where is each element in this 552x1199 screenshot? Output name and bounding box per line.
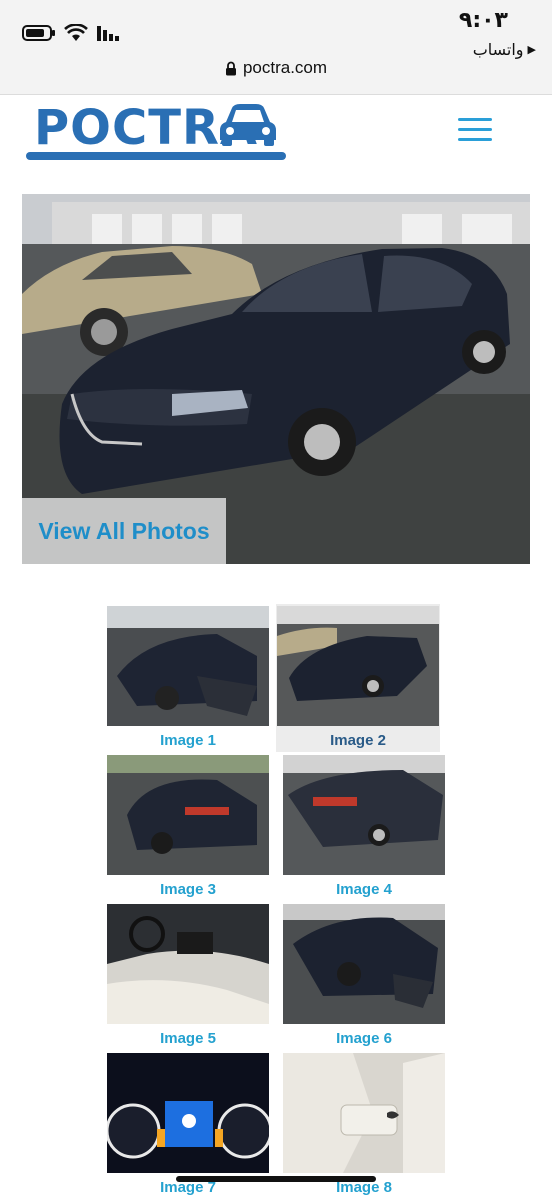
back-app-label: واتساب [472, 40, 524, 59]
browser-top-bar: ٩:٠٣ واتساب ▶ poctra.com [0, 0, 552, 95]
thumbnail-label: Image 1 [160, 732, 216, 749]
menu-bar [458, 118, 492, 121]
thumbnail-label: Image 2 [330, 732, 386, 749]
menu-bar [458, 138, 492, 141]
thumbnail-label: Image 5 [160, 1030, 216, 1047]
status-time: ٩:٠٣ [458, 8, 508, 33]
address-bar[interactable]: poctra.com [0, 58, 552, 78]
thumbnail-2[interactable]: Image 2 [276, 604, 440, 752]
battery-icon [22, 25, 55, 41]
thumbnail-image [107, 1053, 269, 1173]
menu-bar [458, 128, 492, 131]
status-icons [22, 24, 122, 42]
thumbnail-label: Image 4 [336, 881, 392, 898]
thumbnail-image [283, 755, 445, 875]
thumbnail-image [107, 606, 269, 726]
url-text: poctra.com [242, 58, 328, 77]
thumbnail-6[interactable]: Image 6 [282, 902, 446, 1050]
thumbnail-image [277, 606, 439, 726]
car-logo-icon [220, 104, 276, 146]
thumbnail-label: Image 6 [336, 1030, 392, 1047]
thumbnail-image [283, 904, 445, 1024]
logo-underline [26, 152, 286, 160]
view-all-photos-button[interactable]: View All Photos [22, 498, 226, 564]
back-to-app-link[interactable]: واتساب ▶ [473, 40, 536, 59]
thumbnail-3[interactable]: Image 3 [106, 753, 270, 901]
thumbnail-label: Image 3 [160, 881, 216, 898]
poctra-logo[interactable]: POCTRA [26, 100, 288, 164]
thumbnail-1[interactable]: Image 1 [106, 604, 270, 752]
home-indicator[interactable] [176, 1176, 376, 1182]
lock-icon [225, 61, 236, 75]
hamburger-menu-button[interactable] [458, 118, 492, 144]
thumbnail-image [107, 755, 269, 875]
wifi-icon [64, 24, 88, 41]
cellular-signal-icon [97, 26, 119, 41]
thumbnail-4[interactable]: Image 4 [282, 753, 446, 901]
thumbnail-image [283, 1053, 445, 1173]
back-arrow-icon: ▶ [527, 43, 536, 56]
thumbnail-image [107, 904, 269, 1024]
thumbnail-5[interactable]: Image 5 [106, 902, 270, 1050]
